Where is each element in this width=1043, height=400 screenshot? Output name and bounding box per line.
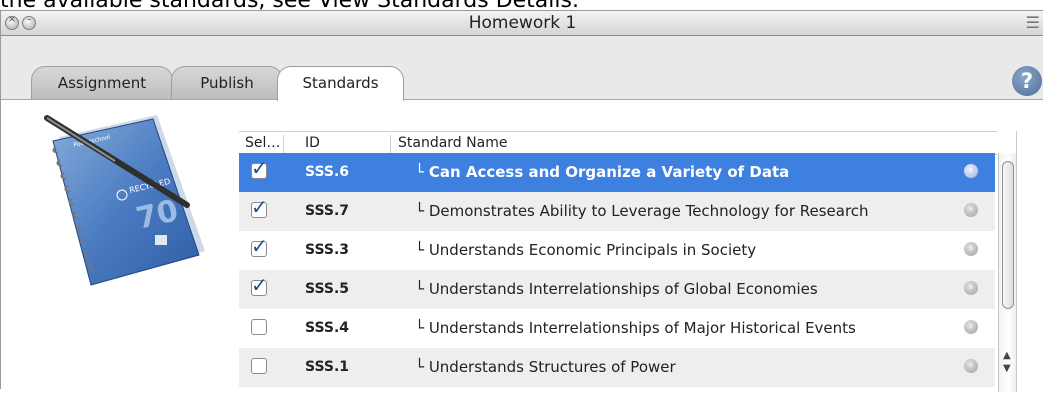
standard-id: SSS.4 [305, 320, 350, 336]
standard-id: SSS.3 [305, 242, 350, 258]
details-arrow-icon[interactable]: › [964, 242, 978, 256]
vertical-scrollbar[interactable]: ▲ ▼ [998, 153, 1017, 392]
standard-id: SSS.1 [305, 359, 350, 375]
standards-table: Sel… ID Standard Name ✓ SSS.6 └ Can Access… [239, 131, 1019, 392]
homework-window: × – Homework 1 ☰ Assignment Publish Stan… [0, 10, 1043, 400]
tree-branch-icon: └ [415, 202, 429, 220]
table-row[interactable]: SSS.4 └ Understands Interrelationships of… [239, 309, 995, 348]
standard-name: └ Understands Interrelationships of Majo… [415, 319, 856, 337]
standard-id: SSS.5 [305, 281, 350, 297]
standard-name-label: Understands Interrelationships of Major … [428, 319, 856, 337]
tab-bar: Assignment Publish Standards ? [1, 36, 1043, 101]
standard-id: SSS.6 [305, 164, 350, 180]
standard-id: SSS.7 [305, 203, 350, 219]
standard-name-label: Can Access and Organize a Variety of Dat… [428, 163, 790, 181]
standard-name-label: Demonstrates Ability to Leverage Technol… [428, 202, 869, 220]
select-checkbox[interactable]: ✓ [251, 275, 268, 296]
list-icon[interactable]: ☰ [1026, 13, 1040, 32]
standards-panel: Powerschool RECYCLED 70 Sel… ID Standard… [1, 99, 1043, 400]
details-arrow-icon[interactable]: › [964, 281, 978, 295]
tree-branch-icon: └ [415, 241, 429, 259]
standard-name: └ Can Access and Organize a Variety of D… [415, 163, 789, 181]
details-arrow-icon[interactable]: › [964, 203, 978, 217]
checkmark-icon: ✓ [251, 195, 268, 219]
window-title: Homework 1 [468, 13, 577, 33]
select-checkbox[interactable]: ✓ [251, 158, 268, 179]
select-checkbox[interactable]: ✓ [251, 197, 268, 218]
standard-name-label: Understands Economic Principals in Socie… [428, 241, 757, 259]
details-arrow-icon[interactable]: › [964, 359, 978, 373]
standard-name: └ Understands Structures of Power [415, 358, 676, 376]
tab-publish[interactable]: Publish [171, 66, 283, 99]
help-icon[interactable]: ? [1012, 66, 1042, 96]
checkmark-icon: ✓ [251, 156, 268, 180]
tab-assignment[interactable]: Assignment [31, 66, 173, 99]
scroll-up-icon[interactable]: ▲ [1003, 350, 1011, 361]
column-name-header[interactable]: Standard Name [398, 135, 507, 151]
table-row[interactable]: ✓ SSS.5 └ Understands Interrelationships o… [239, 270, 995, 309]
spiral-notebook-icon: Powerschool RECYCLED 70 [44, 115, 205, 286]
select-checkbox[interactable] [251, 358, 267, 374]
standard-name: └ Understands Interrelationships of Glob… [415, 280, 818, 298]
column-id-header[interactable]: ID [305, 135, 320, 151]
table-border [1016, 131, 1017, 392]
table-row[interactable]: SSS.1 └ Understands Structures of Power › [239, 348, 995, 387]
tree-branch-icon: └ [415, 358, 429, 376]
table-row[interactable]: ✓ SSS.6 └ Can Access and Organize a Variet… [239, 153, 995, 192]
select-checkbox[interactable] [251, 319, 267, 335]
select-checkbox[interactable]: ✓ [251, 236, 268, 257]
checkmark-icon: ✓ [251, 273, 268, 297]
tree-branch-icon: └ [415, 280, 429, 298]
standard-name: └ Demonstrates Ability to Leverage Techn… [415, 202, 869, 220]
standard-name-label: Understands Structures of Power [428, 358, 676, 376]
title-bar: × – Homework 1 ☰ [1, 11, 1043, 36]
details-arrow-icon[interactable]: › [964, 164, 978, 178]
tab-standards[interactable]: Standards [277, 66, 404, 101]
scroll-thumb[interactable] [1002, 161, 1014, 309]
scroll-down-icon[interactable]: ▼ [1003, 363, 1011, 374]
tree-branch-icon: └ [415, 319, 429, 337]
checkmark-icon: ✓ [251, 234, 268, 258]
table-header: Sel… ID Standard Name [239, 131, 997, 157]
tree-branch-icon: └ [415, 163, 429, 181]
column-select-header[interactable]: Sel… [245, 135, 280, 151]
table-row[interactable]: ✓ SSS.7 └ Demonstrates Ability to Leverage… [239, 192, 995, 231]
standard-name-label: Understands Interrelationships of Global… [428, 280, 818, 298]
table-row[interactable]: ✓ SSS.3 └ Understands Economic Principals … [239, 231, 995, 270]
standard-name: └ Understands Economic Principals in Soc… [415, 241, 756, 259]
details-arrow-icon[interactable]: › [964, 320, 978, 334]
